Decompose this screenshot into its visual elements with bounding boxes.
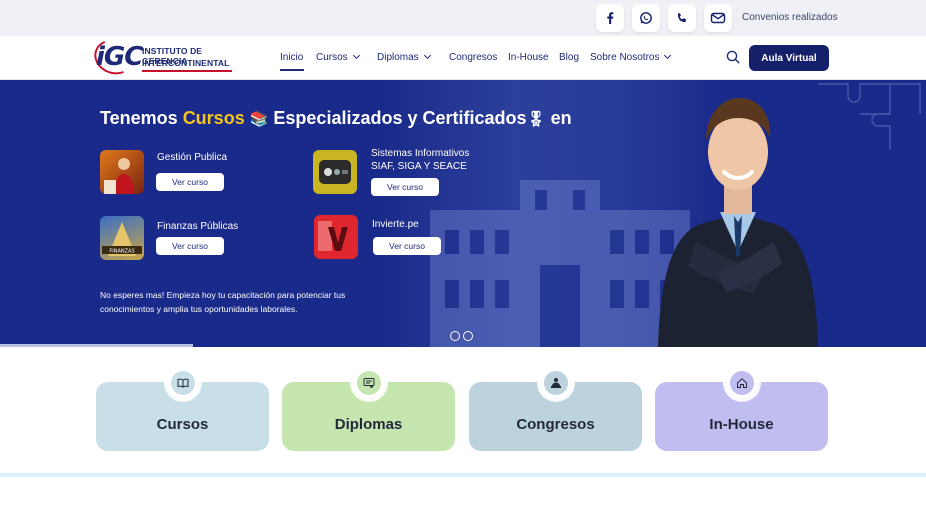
course-thumbnail[interactable]	[100, 150, 144, 194]
search-icon[interactable]	[726, 50, 740, 64]
nav-diplomas[interactable]: Diplomas	[377, 51, 431, 63]
course-thumbnail[interactable]	[314, 215, 358, 259]
course-thumbnail[interactable]	[313, 150, 357, 194]
carousel-progress	[0, 344, 193, 347]
whatsapp-icon[interactable]	[632, 4, 660, 32]
ver-curso-button[interactable]: Ver curso	[373, 237, 441, 255]
card-icon-bubble	[354, 368, 384, 398]
top-bar: Convenios realizados	[0, 0, 926, 36]
carousel-dot[interactable]	[463, 331, 473, 341]
card-diplomas[interactable]: Diplomas	[282, 368, 455, 451]
medal-icon: 🎖	[526, 111, 546, 128]
nav-inicio[interactable]: Inicio	[280, 52, 303, 63]
nav-congresos[interactable]: Congresos	[449, 52, 497, 63]
section-divider	[0, 473, 926, 477]
presenter-icon	[544, 371, 568, 395]
card-label: In-House	[709, 416, 774, 433]
card-congresos[interactable]: Congresos	[469, 368, 642, 451]
mail-icon[interactable]	[704, 4, 732, 32]
ver-curso-button[interactable]: Ver curso	[156, 173, 224, 191]
hero-banner: Tenemos Cursos 📚 Especializados y Certif…	[0, 80, 926, 347]
home-icon	[730, 371, 754, 395]
hero-title: Tenemos Cursos 📚 Especializados y Certif…	[100, 108, 572, 128]
logo-underline	[142, 70, 232, 72]
ver-curso-button[interactable]: Ver curso	[156, 237, 224, 255]
card-icon-bubble	[541, 368, 571, 398]
svg-text:FINANZAS: FINANZAS	[109, 249, 134, 255]
nav-blog[interactable]: Blog	[559, 52, 579, 63]
nav-cursos[interactable]: Cursos	[316, 51, 360, 63]
course-thumbnail[interactable]: FINANZAS	[100, 216, 144, 260]
card-label: Congresos	[516, 416, 595, 433]
ver-curso-button[interactable]: Ver curso	[371, 178, 439, 196]
phone-icon[interactable]	[668, 4, 696, 32]
course-name: Invierte.pe	[372, 219, 419, 230]
card-label: Cursos	[156, 416, 209, 433]
card-label: Diplomas	[334, 416, 403, 433]
books-icon: 📚	[249, 111, 269, 128]
convenios-link[interactable]: Convenios realizados	[742, 12, 838, 23]
chevron-down-icon	[352, 51, 360, 60]
course-name-line2: SIAF, SIGA Y SEACE	[371, 161, 467, 172]
card-icon-bubble	[727, 368, 757, 398]
igc-logo[interactable]: iGC INSTITUTO DE GERENCIA INTERCONTINENT…	[89, 34, 246, 80]
book-icon	[171, 371, 195, 395]
course-name: Finanzas Públicas	[157, 221, 239, 232]
logo-mark: iGC	[96, 42, 143, 72]
card-cursos[interactable]: Cursos	[96, 368, 269, 451]
chevron-down-icon	[423, 51, 431, 60]
nav-sobre-nosotros[interactable]: Sobre Nosotros	[590, 51, 672, 63]
logo-line2: INTERCONTINENTAL	[142, 58, 230, 68]
facebook-icon[interactable]	[596, 4, 624, 32]
puzzle-decoration	[818, 83, 921, 150]
course-name: Gestión Publica	[157, 152, 228, 163]
hero-description: No esperes mas! Empieza hoy tu capacitac…	[100, 290, 346, 314]
chevron-down-icon	[664, 51, 672, 60]
certificate-icon	[357, 371, 381, 395]
carousel-dot[interactable]	[450, 331, 460, 341]
nav-in-house[interactable]: In-House	[508, 52, 549, 63]
card-icon-bubble	[168, 368, 198, 398]
aula-virtual-button[interactable]: Aula Virtual	[749, 45, 829, 71]
card-in-house[interactable]: In-House	[655, 368, 828, 451]
nav-active-indicator	[280, 69, 304, 71]
businessman-image	[658, 98, 818, 347]
course-name-line1: Sistemas Informativos	[371, 148, 470, 159]
